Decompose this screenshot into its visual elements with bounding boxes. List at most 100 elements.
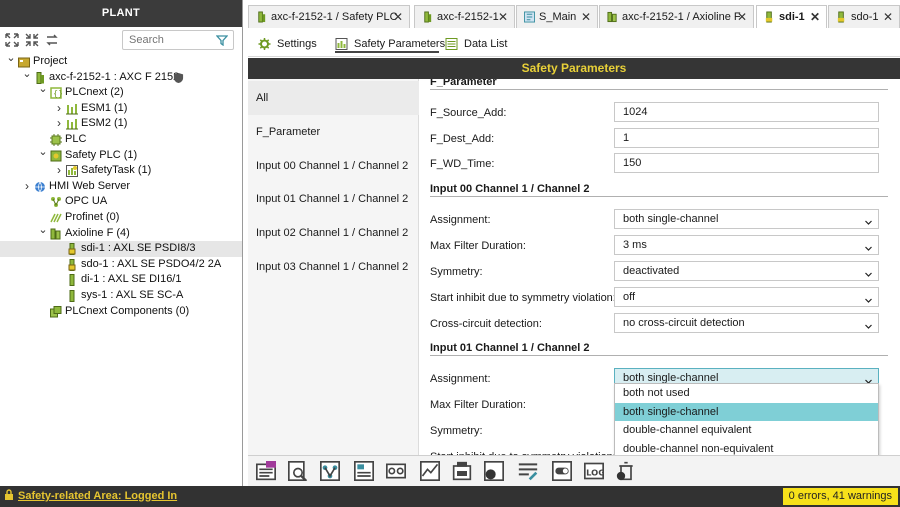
chevron-down-icon[interactable]: ⌄ xyxy=(22,67,32,83)
parameter-nav-item[interactable]: Input 03 Channel 1 / Channel 2 xyxy=(248,250,419,284)
editor-tab[interactable]: sdo-1 ✕ xyxy=(828,5,900,28)
close-icon[interactable]: ✕ xyxy=(393,10,403,24)
tree-node-icon-wrap xyxy=(66,243,78,256)
parameter-nav-item[interactable]: Input 00 Channel 1 / Channel 2 xyxy=(248,149,419,183)
chevron-right-icon[interactable]: › xyxy=(54,116,64,132)
tree-node[interactable]: sys-1 : AXL SE SC-A xyxy=(0,288,242,304)
error-warning-count[interactable]: 0 errors, 41 warnings xyxy=(782,488,898,505)
chevron-right-icon[interactable]: › xyxy=(22,179,32,195)
editor-tab[interactable]: axc-f-2152-1 / Axioline F ✕ xyxy=(599,5,754,28)
parameter-select[interactable]: deactivated xyxy=(614,261,879,281)
tree-node[interactable]: OPC UA xyxy=(0,194,242,210)
chevron-down-icon[interactable]: ⌄ xyxy=(38,145,48,161)
tree-node[interactable]: › SafetyTask (1) xyxy=(0,163,242,179)
print-icon xyxy=(452,461,472,481)
dropdown-option[interactable]: double-channel non-equivalent xyxy=(615,440,878,456)
close-icon[interactable]: ✕ xyxy=(581,10,591,24)
tree-node[interactable]: ⌄ Project xyxy=(0,51,242,70)
tree-node-label: Axioline F (4) xyxy=(65,226,130,239)
parameter-input[interactable]: 150 xyxy=(614,153,879,173)
toolbar-button[interactable]: LOG xyxy=(584,461,606,481)
parameter-nav-item[interactable]: All xyxy=(248,81,419,115)
tree-node[interactable]: PLC xyxy=(0,132,242,148)
close-icon[interactable]: ✕ xyxy=(883,10,893,24)
parameter-label: Start inhibit due to symmetry violation: xyxy=(430,292,616,304)
tree-node[interactable]: › ESM2 (1) xyxy=(0,116,242,132)
tree-node-icon-wrap xyxy=(66,274,78,287)
tree-node[interactable]: ⌄ Safety PLC (1) xyxy=(0,145,242,164)
tree-node[interactable]: ⌄ axc-f-2152-1 : AXC F 2152 xyxy=(0,67,242,86)
tree-node[interactable]: sdi-1 : AXL SE PSDI8/3 xyxy=(0,241,242,257)
toolbar-button[interactable] xyxy=(386,461,408,481)
bottom-toolbar: LOG xyxy=(248,455,900,486)
tree-node[interactable]: ⌄ Axioline F (4) xyxy=(0,223,242,242)
tree-node-label: Project xyxy=(33,55,68,67)
tree-node[interactable]: › HMI Web Server xyxy=(0,179,242,195)
svg-text:{}: {} xyxy=(53,89,62,98)
chevron-right-icon[interactable]: › xyxy=(54,163,64,179)
close-icon[interactable]: ✕ xyxy=(737,10,747,24)
section-divider xyxy=(430,89,888,90)
dropdown-option[interactable]: double-channel equivalent xyxy=(615,421,878,440)
chevron-right-icon[interactable]: › xyxy=(54,101,64,117)
toolbar-button[interactable] xyxy=(484,461,506,481)
toolbar-button[interactable] xyxy=(288,461,310,482)
log-icon: LOG xyxy=(584,462,605,480)
toolbar-button[interactable] xyxy=(354,461,376,481)
parameter-select[interactable]: off xyxy=(614,287,879,307)
dropdown-chevron-icon xyxy=(865,220,872,225)
search-doc-icon xyxy=(288,461,308,482)
parameter-select[interactable]: both single-channel xyxy=(614,209,879,229)
editor-tab[interactable]: axc-f-2152-1 / Safety PLC ✕ xyxy=(248,5,410,28)
editor-tab[interactable]: S_Main ✕ xyxy=(516,5,598,28)
safe-module-icon xyxy=(68,258,76,271)
subtab-settings[interactable]: Settings xyxy=(258,35,326,53)
search-input[interactable] xyxy=(129,31,217,49)
tab-controller-icon xyxy=(424,11,432,23)
toolbar-button[interactable] xyxy=(420,461,442,481)
chevron-down-icon[interactable]: ⌄ xyxy=(38,82,48,98)
subtab-data-list[interactable]: Data List xyxy=(445,35,507,53)
dropdown-chevron-icon xyxy=(865,272,872,277)
filter-icon[interactable] xyxy=(216,34,228,46)
tree-node[interactable]: PLCnext Components (0) xyxy=(0,304,242,320)
toolbar-button[interactable] xyxy=(320,461,342,481)
tree-node-icon-wrap: {} xyxy=(50,87,63,99)
tab-icon-wrap xyxy=(764,11,775,23)
toolbar-button[interactable] xyxy=(616,461,638,481)
toolbar-button[interactable] xyxy=(552,461,574,481)
tree-node[interactable]: Profinet (0) xyxy=(0,210,242,226)
parameter-select[interactable]: no cross-circuit detection xyxy=(614,313,879,333)
chevron-down-icon[interactable]: ⌄ xyxy=(6,51,16,67)
safety-params-icon xyxy=(335,38,348,50)
parameter-select-value: no cross-circuit detection xyxy=(623,317,745,329)
parameter-nav-item[interactable]: Input 02 Channel 1 / Channel 2 xyxy=(248,216,419,250)
tree-node[interactable]: sdo-1 : AXL SE PSDO4/2 2A xyxy=(0,257,242,273)
dropdown-option[interactable]: both not used xyxy=(615,384,878,403)
toolbar-button[interactable] xyxy=(256,461,278,481)
parameter-select-value: off xyxy=(623,291,636,303)
parameter-nav-item[interactable]: Input 01 Channel 1 / Channel 2 xyxy=(248,182,419,216)
safety-login-status[interactable]: Safety-related Area: Logged In xyxy=(4,489,177,504)
toolbar-button[interactable] xyxy=(518,461,540,481)
editor-tab[interactable]: sdi-1 ✕ xyxy=(756,5,827,28)
expand-all-icon[interactable] xyxy=(5,33,19,47)
dropdown-option[interactable]: both single-channel xyxy=(615,402,878,421)
tree-node-label: PLCnext (2) xyxy=(65,86,124,99)
tree-node[interactable]: di-1 : AXL SE DI16/1 xyxy=(0,272,242,288)
sync-icon[interactable] xyxy=(45,33,59,47)
close-icon[interactable]: ✕ xyxy=(498,10,508,24)
tree-node[interactable]: ⌄ {}PLCnext (2) xyxy=(0,82,242,101)
parameter-select[interactable]: 3 ms xyxy=(614,235,879,255)
editor-tab[interactable]: axc-f-2152-1 ✕ xyxy=(414,5,515,28)
chevron-down-icon[interactable]: ⌄ xyxy=(38,223,48,239)
toolbar-button[interactable] xyxy=(452,461,474,481)
parameter-nav-item[interactable]: F_Parameter xyxy=(248,115,419,149)
collapse-all-icon[interactable] xyxy=(25,33,39,47)
tab-axioline-icon xyxy=(607,11,617,23)
close-icon[interactable]: ✕ xyxy=(810,10,820,24)
tree-node[interactable]: › ESM1 (1) xyxy=(0,101,242,117)
subtab-safety-parameters[interactable]: Safety Parameters xyxy=(335,35,445,53)
parameter-input[interactable]: 1024 xyxy=(614,102,879,122)
parameter-input[interactable]: 1 xyxy=(614,128,879,148)
